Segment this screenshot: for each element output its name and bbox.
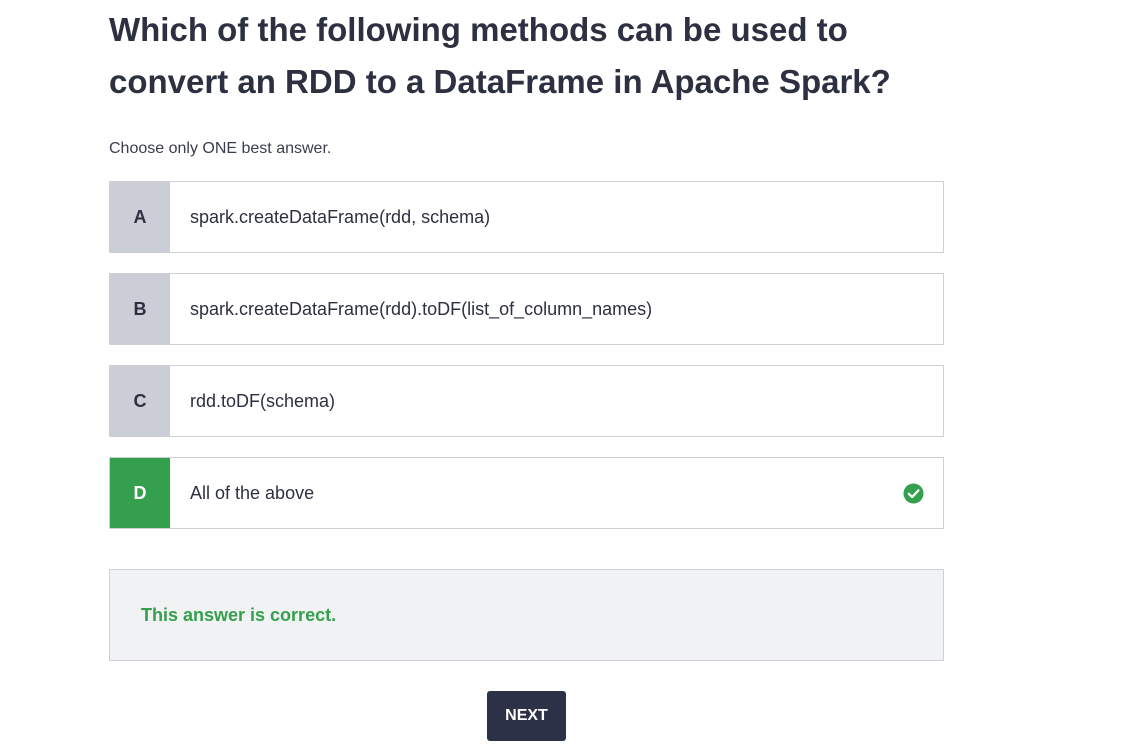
feedback-message: This answer is correct.: [141, 604, 337, 625]
option-d[interactable]: D All of the above: [109, 457, 944, 529]
option-letter: A: [110, 182, 170, 252]
option-text: spark.createDataFrame(rdd, schema): [190, 206, 491, 227]
option-b[interactable]: B spark.createDataFrame(rdd).toDF(list_o…: [109, 273, 944, 345]
answer-options: A spark.createDataFrame(rdd, schema) B s…: [109, 181, 944, 549]
option-a[interactable]: A spark.createDataFrame(rdd, schema): [109, 181, 944, 253]
option-text: spark.createDataFrame(rdd).toDF(list_of_…: [190, 298, 653, 319]
feedback-panel: This answer is correct.: [109, 569, 944, 661]
option-c[interactable]: C rdd.toDF(schema): [109, 365, 944, 437]
answer-instruction: Choose only ONE best answer.: [109, 140, 332, 157]
option-text: rdd.toDF(schema): [190, 390, 336, 411]
question-title: Which of the following methods can be us…: [109, 11, 891, 100]
option-letter: C: [110, 366, 170, 436]
check-circle-icon: [903, 458, 943, 528]
option-letter: B: [110, 274, 170, 344]
option-text: All of the above: [190, 482, 315, 503]
option-letter: D: [110, 458, 170, 528]
next-button[interactable]: NEXT: [487, 691, 566, 741]
